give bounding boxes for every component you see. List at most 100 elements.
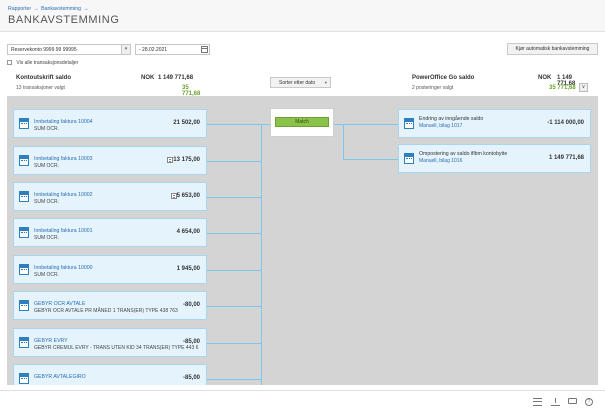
bank-balance-title: Kontoutskrift saldo bbox=[16, 75, 71, 81]
toolbar: Reservekonto 9999 99 99995 ▾ - 28.02.202… bbox=[0, 43, 605, 72]
connector-line bbox=[207, 343, 262, 344]
transaction-description: SUM OCR. bbox=[34, 163, 59, 169]
breadcrumb-rapporter[interactable]: Rapporter bbox=[8, 6, 31, 12]
bank-selected-count: 13 transaksjoner valgt bbox=[16, 85, 65, 91]
list-icon[interactable] bbox=[533, 398, 542, 406]
chevron-down-icon[interactable]: ▾ bbox=[121, 45, 130, 54]
transaction-amount: -85,00 bbox=[182, 375, 200, 381]
transaction-name[interactable]: Innbetaling faktura 10003 bbox=[34, 156, 93, 162]
transaction-amount: -80,00 bbox=[182, 302, 200, 308]
transaction-amount: 5 653,00 bbox=[176, 193, 200, 199]
transaction-name[interactable]: Innbetaling faktura 10001 bbox=[34, 228, 93, 234]
transaction-description: GEBYR CREMUL EVRY - TRANS UTEN KID 34 TR… bbox=[34, 345, 199, 351]
bank-currency: NOK bbox=[141, 75, 155, 81]
connector-line bbox=[207, 197, 262, 198]
connector-line bbox=[207, 270, 262, 271]
connector-line bbox=[207, 233, 262, 234]
entry-amount: -1 114 000,00 bbox=[547, 120, 584, 126]
note-icon[interactable] bbox=[167, 157, 173, 163]
page-header: Rapporter → Bankavstemming → BANKAVSTEMM… bbox=[0, 0, 605, 32]
ledger-summary: PowerOffice Go saldo 2 posteringer valgt… bbox=[412, 73, 592, 95]
sort-by-date-button[interactable]: Sorter etter dato ▾ bbox=[270, 77, 331, 88]
invoice-icon bbox=[19, 191, 29, 202]
app-window: Rapporter → Bankavstemming → BANKAVSTEMM… bbox=[0, 0, 605, 413]
bank-transaction-card[interactable]: Innbetaling faktura 10004 SUM OCR. 21 50… bbox=[13, 109, 207, 138]
transaction-name[interactable]: Innbetaling faktura 10004 bbox=[34, 119, 93, 125]
account-select[interactable]: Reservekonto 9999 99 99995 ▾ bbox=[7, 44, 131, 55]
bank-transaction-card[interactable]: Innbetaling faktura 10003 SUM OCR. 13 17… bbox=[13, 146, 207, 175]
ledger-balance-title: PowerOffice Go saldo bbox=[412, 75, 475, 81]
account-select-value: Reservekonto 9999 99 99995 bbox=[11, 47, 77, 53]
breadcrumb-separator: → bbox=[83, 6, 89, 12]
chat-icon[interactable] bbox=[568, 398, 577, 404]
transaction-name[interactable]: GEBYR OCR AVTALE bbox=[34, 301, 85, 307]
voucher-icon bbox=[404, 153, 414, 164]
ledger-selected-count: 2 posteringer valgt bbox=[412, 85, 454, 91]
download-icon[interactable] bbox=[551, 398, 560, 406]
help-icon[interactable]: ? bbox=[585, 398, 593, 406]
show-details-checkbox[interactable] bbox=[7, 60, 12, 65]
date-field-value: - 28.02.2021 bbox=[139, 47, 168, 53]
breadcrumb-bankavstemming[interactable]: Bankavstemming bbox=[41, 6, 81, 12]
breadcrumb: Rapporter → Bankavstemming → bbox=[8, 6, 90, 12]
bank-statement-summary: Kontoutskrift saldo 13 transaksjoner val… bbox=[16, 73, 206, 97]
transaction-amount: 4 654,00 bbox=[176, 229, 200, 235]
entry-name: Ompostering av saldo iflbm kontobytte bbox=[419, 151, 508, 157]
ledger-entry-card[interactable]: Endring av inngående saldo Manuell, bila… bbox=[398, 109, 591, 138]
bank-transaction-card[interactable]: Innbetaling faktura 10000 SUM OCR. 1 945… bbox=[13, 255, 207, 284]
page-title: BANKAVSTEMMING bbox=[8, 14, 120, 26]
entry-voucher-link[interactable]: Manuell, bilag 1016 bbox=[419, 158, 462, 164]
invoice-icon bbox=[19, 155, 29, 166]
ledger-selected-amount: 35 771,68 bbox=[549, 85, 576, 91]
chevron-down-icon: ▾ bbox=[324, 80, 327, 85]
invoice-icon bbox=[19, 300, 29, 311]
invoice-icon bbox=[19, 337, 29, 348]
show-details-label: Vis alle transaksjonsdetaljer bbox=[16, 60, 79, 66]
bank-transaction-card[interactable]: GEBYR OCR AVTALE GEBYR OCR AVTALE PR MÅN… bbox=[13, 291, 207, 320]
footer-bar: ? bbox=[0, 390, 605, 413]
voucher-icon bbox=[404, 118, 414, 129]
ledger-entry-card[interactable]: Ompostering av saldo iflbm kontobytte Ma… bbox=[398, 144, 591, 173]
transaction-description: SUM OCR. bbox=[34, 126, 59, 132]
calendar-icon[interactable] bbox=[201, 46, 208, 53]
transaction-description: SUM OCR. bbox=[34, 199, 59, 205]
show-details-checkbox-row[interactable]: Vis alle transaksjonsdetaljer bbox=[7, 60, 78, 66]
connector-line bbox=[207, 124, 262, 125]
transaction-amount: 13 175,00 bbox=[173, 157, 200, 163]
date-field[interactable]: - 28.02.2021 bbox=[135, 44, 210, 55]
transaction-amount: 21 502,00 bbox=[173, 120, 200, 126]
sort-by-date-label: Sorter etter dato bbox=[279, 80, 316, 86]
transaction-description: SUM OCR. bbox=[34, 272, 59, 278]
bank-transaction-card[interactable]: Innbetaling faktura 10001 SUM OCR. 4 654… bbox=[13, 218, 207, 247]
connector-line bbox=[207, 161, 262, 162]
invoice-icon bbox=[19, 118, 29, 129]
bank-transaction-card[interactable]: Innbetaling faktura 10002 SUM OCR. 5 653… bbox=[13, 182, 207, 211]
breadcrumb-separator: → bbox=[33, 6, 39, 12]
match-button[interactable]: Match bbox=[275, 117, 329, 127]
bank-transaction-card[interactable]: GEBYR EVRY GEBYR CREMUL EVRY - TRANS UTE… bbox=[13, 328, 207, 357]
entry-amount: 1 149 771,68 bbox=[548, 155, 584, 161]
transaction-name[interactable]: GEBYR AVTALEGIRO bbox=[34, 374, 86, 380]
connector-line bbox=[261, 124, 270, 125]
entry-voucher-link[interactable]: Manuell, bilag 1017 bbox=[419, 123, 462, 129]
transaction-name[interactable]: Innbetaling faktura 10000 bbox=[34, 265, 93, 271]
ledger-currency: NOK bbox=[538, 75, 552, 81]
invoice-icon bbox=[19, 264, 29, 275]
transaction-description: GEBYR OCR AVTALE PR MÅNED 1 TRANS(ER) TY… bbox=[34, 308, 178, 314]
bank-transaction-card[interactable]: GEBYR AVTALEGIRO -85,00 bbox=[13, 364, 207, 385]
connector-line bbox=[207, 306, 262, 307]
reconciliation-panel: Innbetaling faktura 10004 SUM OCR. 21 50… bbox=[7, 96, 598, 385]
connector-line bbox=[261, 124, 262, 385]
transaction-name[interactable]: GEBYR EVRY bbox=[34, 338, 68, 344]
connector-line bbox=[343, 159, 398, 160]
match-container: Match bbox=[270, 108, 334, 137]
invoice-icon bbox=[19, 373, 29, 384]
run-auto-reconciliation-button[interactable]: Kjør automatisk bankavstemming bbox=[507, 43, 598, 55]
transaction-name[interactable]: Innbetaling faktura 10002 bbox=[34, 192, 93, 198]
bank-balance-amount: 1 149 771,68 bbox=[158, 75, 194, 81]
entry-name: Endring av inngående saldo bbox=[419, 116, 484, 122]
transaction-amount: 1 945,00 bbox=[176, 266, 200, 272]
invoice-icon bbox=[19, 227, 29, 238]
connector-line bbox=[207, 379, 262, 380]
expand-icon[interactable]: ∨ bbox=[579, 83, 588, 92]
